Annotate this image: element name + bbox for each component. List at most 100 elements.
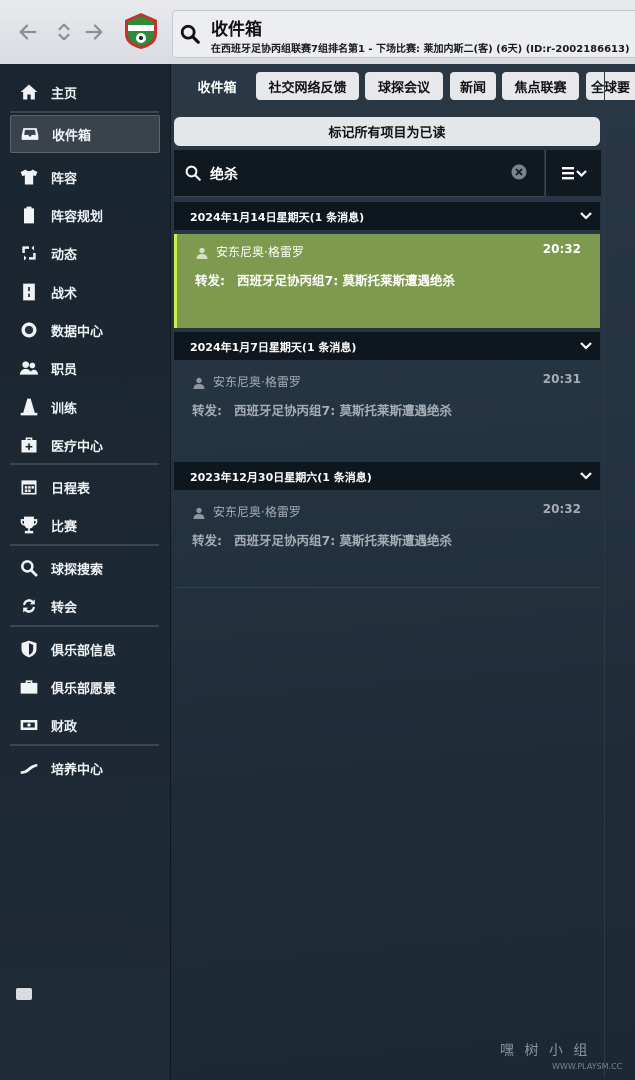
sidebar-item-inbox[interactable]: 收件箱 [10,115,160,153]
sidebar-item-label: 财政 [51,719,78,735]
date-group-header[interactable]: 2023年12月30日星期六(1 条消息) [174,462,600,490]
tab-world-news[interactable]: 全球要 [586,72,635,100]
watermark-url: WWW.PLAYSM.CC [552,1062,623,1071]
sidebar-item-scouting[interactable]: 球探搜索 [10,550,158,586]
tab-news[interactable]: 新闻 [450,72,496,100]
forward-arrow-icon[interactable] [80,14,108,50]
sidebar-item-finances[interactable]: 财政 [10,707,158,743]
divider [10,744,159,746]
money-icon [18,714,40,736]
medical-icon [18,434,40,456]
date-group-label: 2023年12月30日星期六(1 条消息) [190,471,372,484]
sidebar-item-club-vision[interactable]: 俱乐部愿景 [10,669,158,705]
sidebar-item-label: 球探搜索 [51,562,104,578]
message-subject: 转发: 西班牙足协丙组7: 莫斯托莱斯遭遇绝杀 [192,403,453,418]
sidebar-item-label: 俱乐部愿景 [51,681,117,697]
calendar-icon [18,476,40,498]
sidebar-item-schedule[interactable]: 日程表 [10,469,158,505]
date-group-header[interactable]: 2024年1月14日星期天(1 条消息) [174,202,600,230]
sidebar-item-label: 职员 [51,362,78,378]
club-crest-icon[interactable] [123,12,159,50]
shield-icon [18,638,40,660]
person-icon [193,377,205,389]
message-sender: 安东尼奥·格雷罗 [213,375,301,389]
clear-search-icon[interactable] [510,163,528,181]
tab-bar: 收件箱 社交网络反馈 球探会议 新闻 焦点联赛 全球要 [171,68,635,102]
date-group-header[interactable]: 2024年1月7日星期天(1 条消息) [174,332,600,360]
message-subject: 转发: 西班牙足协丙组7: 莫斯托莱斯遭遇绝杀 [192,533,453,548]
chevron-down-icon [580,342,592,350]
message-time: 20:31 [542,372,581,386]
briefcase-icon [18,676,40,698]
sidebar-item-staff[interactable]: 职员 [10,350,158,386]
status-indicator-icon[interactable] [16,988,32,1000]
sidebar-item-data-hub[interactable]: 数据中心 [10,312,158,348]
training-cone-icon [18,396,40,418]
divider [10,111,159,113]
tab-scouting-meeting[interactable]: 球探会议 [365,72,443,100]
sidebar-item-development-centre[interactable]: 培养中心 [10,750,158,786]
scrollbar[interactable] [604,68,605,1078]
search-row: 绝杀 [174,150,601,197]
sidebar-item-label: 医疗中心 [51,439,104,455]
sidebar-item-label: 战术 [51,286,78,302]
sidebar-item-home[interactable]: 主页 [10,74,158,110]
message-list: 2024年1月14日星期天(1 条消息) 安东尼奥·格雷罗 20:32 转发: 西… [174,202,600,588]
sidebar-item-competitions[interactable]: 比赛 [10,507,158,543]
search-icon [18,557,40,579]
sidebar-item-label: 动态 [51,247,78,263]
main-panel: 收件箱 社交网络反馈 球探会议 新闻 焦点联赛 全球要 标记所有项目为已读 绝杀 [171,64,635,1080]
date-group-label: 2024年1月7日星期天(1 条消息) [190,341,357,354]
view-options-button[interactable] [545,150,601,196]
sidebar-item-tactics[interactable]: 战术 [10,274,158,310]
message-sender: 安东尼奥·格雷罗 [216,245,304,259]
message-item[interactable]: 安东尼奥·格雷罗 20:31 转发: 西班牙足协丙组7: 莫斯托莱斯遭遇绝杀 [174,364,600,458]
trophy-icon [18,514,40,536]
person-icon [196,247,208,259]
sidebar-item-label: 阵容规划 [51,209,104,225]
message-sender: 安东尼奥·格雷罗 [213,505,301,519]
sidebar-item-squad[interactable]: 阵容 [10,159,158,195]
sidebar: 主页 收件箱 阵容 阵容规划 动态 战术 数据中心 职员 训练 医疗中心 日程表 [0,64,171,1080]
sidebar-item-medical[interactable]: 医疗中心 [10,427,158,463]
staff-icon [18,357,40,379]
up-down-chevron-icon[interactable] [50,14,78,50]
chevron-down-icon [580,212,592,220]
chevron-down-icon [580,472,592,480]
sidebar-item-transfers[interactable]: 转会 [10,588,158,624]
sidebar-item-club-info[interactable]: 俱乐部信息 [10,631,158,667]
message-subject: 转发: 西班牙足协丙组7: 莫斯托莱斯遭遇绝杀 [195,273,456,288]
data-hub-icon [18,319,40,341]
top-bar: 收件箱 在西班牙足协丙组联赛7组排名第1 - 下场比赛: 莱加内斯二(客) (6… [0,0,635,64]
sidebar-item-squad-planner[interactable]: 阵容规划 [10,197,158,233]
tab-focus-leagues[interactable]: 焦点联赛 [502,72,579,100]
message-item[interactable]: 安东尼奥·格雷罗 20:32 转发: 西班牙足协丙组7: 莫斯托莱斯遭遇绝杀 [174,494,600,588]
sidebar-item-label: 转会 [51,600,78,616]
sidebar-item-label: 比赛 [51,519,78,535]
sidebar-item-label: 俱乐部信息 [51,643,117,659]
tab-inbox[interactable]: 收件箱 [185,72,249,100]
search-icon[interactable] [179,23,201,45]
page-title-box: 收件箱 在西班牙足协丙组联赛7组排名第1 - 下场比赛: 莱加内斯二(客) (6… [172,10,635,58]
tab-social-feedback[interactable]: 社交网络反馈 [256,72,359,100]
clipboard-icon [18,204,40,226]
home-icon [18,81,40,103]
search-input-value: 绝杀 [210,167,238,183]
divider [10,625,159,627]
search-input[interactable]: 绝杀 [174,150,544,197]
mark-all-read-button[interactable]: 标记所有项目为已读 [174,117,600,146]
message-time: 20:32 [542,502,581,516]
sidebar-item-dynamics[interactable]: 动态 [10,235,158,271]
sidebar-item-training[interactable]: 训练 [10,389,158,425]
message-item[interactable]: 安东尼奥·格雷罗 20:32 转发: 西班牙足协丙组7: 莫斯托莱斯遭遇绝杀 [174,234,600,328]
back-arrow-icon[interactable] [14,14,42,50]
page-subtitle: 在西班牙足协丙组联赛7组排名第1 - 下场比赛: 莱加内斯二(客) (6天) (… [211,44,630,55]
search-icon [185,165,201,181]
page-title: 收件箱 [211,20,262,40]
sidebar-item-label: 主页 [51,86,78,102]
transfer-icon [18,595,40,617]
list-menu-icon [561,167,587,180]
divider [10,463,159,465]
tactics-icon [18,281,40,303]
sidebar-item-label: 训练 [51,401,78,417]
